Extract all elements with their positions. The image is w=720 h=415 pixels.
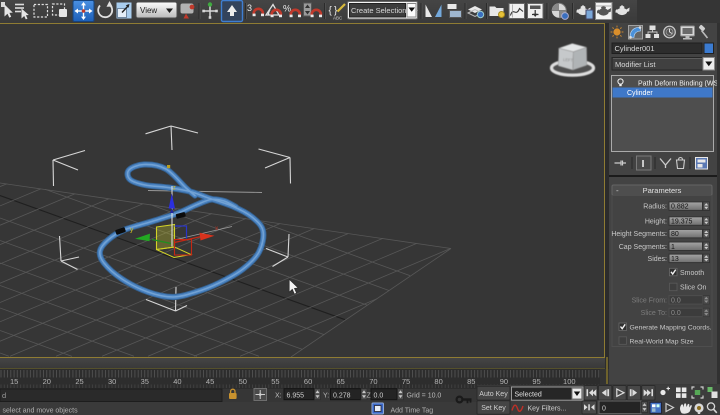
- svg-text:Cylinder: Cylinder: [627, 90, 653, 97]
- svg-text:-: -: [616, 186, 619, 195]
- svg-text:13: 13: [671, 256, 679, 263]
- svg-text:0.0: 0.0: [671, 310, 681, 317]
- svg-text:Add Time Tag: Add Time Tag: [391, 407, 434, 414]
- svg-text:Slice To:: Slice To:: [641, 310, 667, 317]
- svg-text:I: I: [642, 159, 645, 170]
- svg-text:Selected: Selected: [515, 392, 542, 399]
- svg-text:19.375: 19.375: [671, 219, 693, 226]
- svg-text:Slice From:: Slice From:: [632, 297, 667, 304]
- svg-text:1: 1: [671, 244, 675, 251]
- svg-text:LEFT: LEFT: [563, 57, 574, 63]
- svg-text:Key Filters...: Key Filters...: [528, 405, 567, 412]
- svg-text:Path Deform Binding (WS: Path Deform Binding (WS: [638, 81, 718, 88]
- svg-text:Real-World Map Size: Real-World Map Size: [630, 338, 694, 345]
- svg-text:X:: X:: [275, 392, 282, 399]
- svg-text:Y:: Y:: [323, 392, 329, 399]
- svg-text:Radius:: Radius:: [643, 204, 667, 211]
- svg-text:Modifier List: Modifier List: [615, 60, 656, 69]
- svg-text:Set Key: Set Key: [481, 405, 506, 412]
- svg-text:80: 80: [671, 231, 679, 238]
- svg-text:0.0: 0.0: [374, 392, 384, 399]
- svg-text:6.955: 6.955: [287, 392, 305, 399]
- svg-text:View: View: [140, 6, 157, 15]
- svg-text:Height:: Height:: [645, 219, 667, 226]
- svg-text:x: x: [215, 225, 219, 232]
- svg-text:select and move objects: select and move objects: [3, 407, 79, 414]
- svg-text:Generate Mapping Coords.: Generate Mapping Coords.: [630, 325, 712, 332]
- svg-text:%: %: [283, 4, 291, 14]
- svg-text:Slice On: Slice On: [680, 285, 707, 292]
- svg-text:Cylinder001: Cylinder001: [615, 44, 655, 53]
- svg-text:0.0: 0.0: [671, 297, 681, 304]
- svg-text:0.278: 0.278: [333, 392, 351, 399]
- svg-text:Sides:: Sides:: [648, 256, 668, 263]
- svg-text:0.882: 0.882: [671, 204, 689, 211]
- svg-text:Auto Key: Auto Key: [479, 391, 508, 398]
- svg-text:0: 0: [602, 405, 606, 412]
- svg-text:Parameters: Parameters: [643, 186, 682, 195]
- svg-text:z: z: [173, 186, 176, 192]
- svg-text:d: d: [2, 391, 6, 400]
- svg-text:Height Segments:: Height Segments:: [611, 231, 667, 238]
- svg-text:Cap Segments:: Cap Segments:: [619, 244, 667, 251]
- svg-text:Grid = 10.0: Grid = 10.0: [407, 392, 442, 399]
- svg-text:3: 3: [247, 3, 252, 13]
- svg-text:Smooth: Smooth: [680, 270, 704, 277]
- svg-text:ABC: ABC: [333, 16, 343, 21]
- svg-text:{: {: [329, 6, 333, 17]
